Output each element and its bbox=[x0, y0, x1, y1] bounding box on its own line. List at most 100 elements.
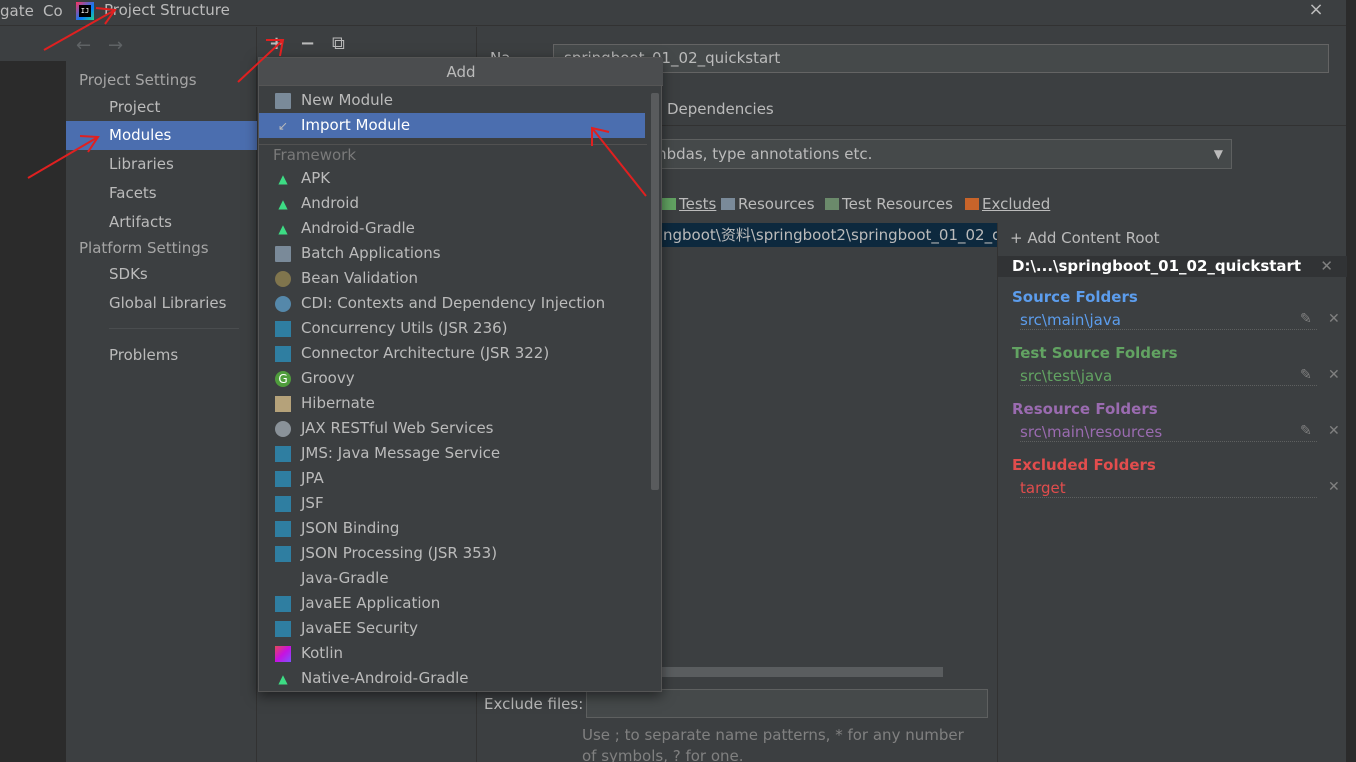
framework-item[interactable]: JSON Processing (JSR 353) bbox=[259, 541, 645, 566]
add-module-icon[interactable]: + bbox=[269, 33, 284, 54]
nav-item-project[interactable]: Project bbox=[66, 93, 257, 122]
framework-item[interactable]: Hibernate bbox=[259, 391, 645, 416]
mark-excluded-button[interactable]: Excluded bbox=[965, 195, 1050, 215]
mark-resources-button[interactable]: Resources bbox=[721, 195, 815, 215]
menu-item-new-module[interactable]: New Module bbox=[259, 88, 645, 113]
remove-folder-icon[interactable]: ✕ bbox=[1328, 423, 1340, 439]
exclude-files-input[interactable] bbox=[586, 689, 988, 718]
framework-item-label: Android-Gradle bbox=[301, 219, 415, 237]
mark-tests-button[interactable]: Tests bbox=[662, 195, 716, 215]
dialog-title: Project Structure bbox=[104, 1, 230, 19]
cdi-icon bbox=[275, 296, 291, 312]
javaee-icon bbox=[275, 621, 291, 637]
nav-item-libraries[interactable]: Libraries bbox=[66, 150, 257, 179]
framework-item[interactable]: JSF bbox=[259, 491, 645, 516]
framework-item[interactable]: ▲ Android bbox=[259, 191, 645, 216]
framework-item-label: Concurrency Utils (JSR 236) bbox=[301, 319, 508, 337]
android-icon: ▲ bbox=[278, 222, 288, 236]
ide-menu-code[interactable]: Co bbox=[43, 2, 63, 20]
framework-item-label: JMS: Java Message Service bbox=[301, 444, 501, 462]
nav-item-facets[interactable]: Facets bbox=[66, 179, 257, 208]
edit-pencil-icon[interactable]: ✎ bbox=[1300, 423, 1312, 439]
framework-item[interactable]: Connector Architecture (JSR 322) bbox=[259, 341, 645, 366]
popup-scrollbar[interactable] bbox=[651, 93, 659, 490]
copy-module-icon[interactable]: ⧉ bbox=[332, 33, 345, 54]
chevron-down-icon: ▼ bbox=[1213, 147, 1223, 161]
framework-item[interactable]: JavaEE Security bbox=[259, 616, 645, 641]
ide-menu-navigate[interactable]: gate bbox=[0, 2, 34, 20]
framework-item[interactable]: JPA bbox=[259, 466, 645, 491]
nav-item-sdks[interactable]: SDKs bbox=[66, 260, 257, 289]
framework-item-label: JavaEE Application bbox=[301, 594, 441, 612]
framework-item[interactable]: Java-Gradle bbox=[259, 566, 645, 591]
content-tree-selected-row[interactable]: ngboot\资料\springboot2\springboot_01_02_q… bbox=[627, 223, 997, 247]
excluded-folders-title: Excluded Folders bbox=[1012, 456, 1156, 474]
framework-item[interactable]: Kotlin bbox=[259, 641, 645, 666]
test-source-folders-title: Test Source Folders bbox=[1012, 344, 1178, 362]
framework-item[interactable]: JavaEE Application bbox=[259, 591, 645, 616]
bean-icon bbox=[275, 271, 291, 287]
ide-toolbar bbox=[0, 26, 66, 62]
jsf-icon bbox=[275, 496, 291, 512]
nav-divider bbox=[109, 328, 239, 329]
framework-item[interactable]: ▲ Native-Android-Gradle bbox=[259, 666, 645, 691]
framework-item-label: JavaEE Security bbox=[301, 619, 419, 637]
framework-item[interactable]: JSON Binding bbox=[259, 516, 645, 541]
exclude-files-label: Exclude files: bbox=[484, 695, 584, 713]
popup-title: Add bbox=[259, 58, 663, 86]
platform-settings-heading: Platform Settings bbox=[79, 239, 209, 257]
remove-folder-icon[interactable]: ✕ bbox=[1328, 479, 1340, 495]
edit-pencil-icon[interactable]: ✎ bbox=[1300, 311, 1312, 327]
folder-icon bbox=[275, 93, 291, 109]
remove-module-icon[interactable]: − bbox=[300, 33, 315, 54]
framework-item[interactable]: Concurrency Utils (JSR 236) bbox=[259, 316, 645, 341]
android-icon: ▲ bbox=[278, 172, 288, 186]
framework-item[interactable]: ▲ Android-Gradle bbox=[259, 216, 645, 241]
edit-pencil-icon[interactable]: ✎ bbox=[1300, 367, 1312, 383]
globe-icon bbox=[275, 421, 291, 437]
framework-item[interactable]: JAX RESTful Web Services bbox=[259, 416, 645, 441]
nav-item-problems[interactable]: Problems bbox=[66, 341, 257, 370]
framework-item-label: JSON Binding bbox=[301, 519, 400, 537]
resources-folder-icon bbox=[721, 198, 735, 210]
framework-item[interactable]: JMS: Java Message Service bbox=[259, 441, 645, 466]
javaee-icon bbox=[275, 521, 291, 537]
framework-item-label: Java-Gradle bbox=[301, 569, 389, 587]
remove-root-icon[interactable]: ✕ bbox=[1320, 256, 1333, 277]
javaee-icon bbox=[275, 321, 291, 337]
remove-folder-icon[interactable]: ✕ bbox=[1328, 367, 1340, 383]
menu-item-import-module[interactable]: ↙ Import Module bbox=[259, 113, 645, 138]
back-arrow-icon[interactable]: ← bbox=[76, 35, 91, 56]
nav-item-modules[interactable]: Modules bbox=[66, 121, 257, 150]
framework-item[interactable]: CDI: Contexts and Dependency Injection bbox=[259, 291, 645, 316]
framework-item[interactable]: Bean Validation bbox=[259, 266, 645, 291]
framework-item-label: APK bbox=[301, 169, 331, 187]
framework-item-label: Connector Architecture (JSR 322) bbox=[301, 344, 550, 362]
framework-item[interactable]: G Groovy bbox=[259, 366, 645, 391]
javaee-icon bbox=[275, 596, 291, 612]
ide-background bbox=[0, 0, 66, 762]
nav-item-global-libraries[interactable]: Global Libraries bbox=[66, 289, 257, 318]
framework-item[interactable]: ▲ APK bbox=[259, 166, 645, 191]
ide-menubar: gate Co bbox=[0, 0, 66, 26]
language-level-select[interactable]: mbdas, type annotations etc. ▼ bbox=[627, 139, 1232, 169]
tests-folder-icon bbox=[662, 198, 676, 210]
groovy-icon: G bbox=[275, 371, 291, 387]
remove-folder-icon[interactable]: ✕ bbox=[1328, 311, 1340, 327]
tab-dependencies[interactable]: Dependencies bbox=[667, 100, 774, 118]
framework-item[interactable]: Batch Applications bbox=[259, 241, 645, 266]
source-folders-title: Source Folders bbox=[1012, 288, 1138, 306]
dialog-titlebar: Project Structure × bbox=[66, 0, 1346, 26]
content-root-header: D:\...\springboot_01_02_quickstart ✕ bbox=[998, 256, 1347, 277]
intellij-logo-icon bbox=[76, 2, 94, 20]
android-icon: ▲ bbox=[278, 197, 288, 211]
close-icon[interactable]: × bbox=[1306, 0, 1326, 20]
add-content-root-button[interactable]: + Add Content Root bbox=[1010, 229, 1160, 247]
horizontal-scrollbar[interactable] bbox=[661, 667, 943, 677]
module-name-field[interactable]: springboot_01_02_quickstart bbox=[553, 44, 1329, 73]
forward-arrow-icon[interactable]: → bbox=[108, 35, 123, 56]
nav-item-artifacts[interactable]: Artifacts bbox=[66, 208, 257, 237]
language-level-value: mbdas, type annotations etc. bbox=[652, 145, 873, 163]
mark-test-resources-button[interactable]: Test Resources bbox=[825, 195, 953, 215]
framework-item-label: Native-Android-Gradle bbox=[301, 669, 469, 687]
